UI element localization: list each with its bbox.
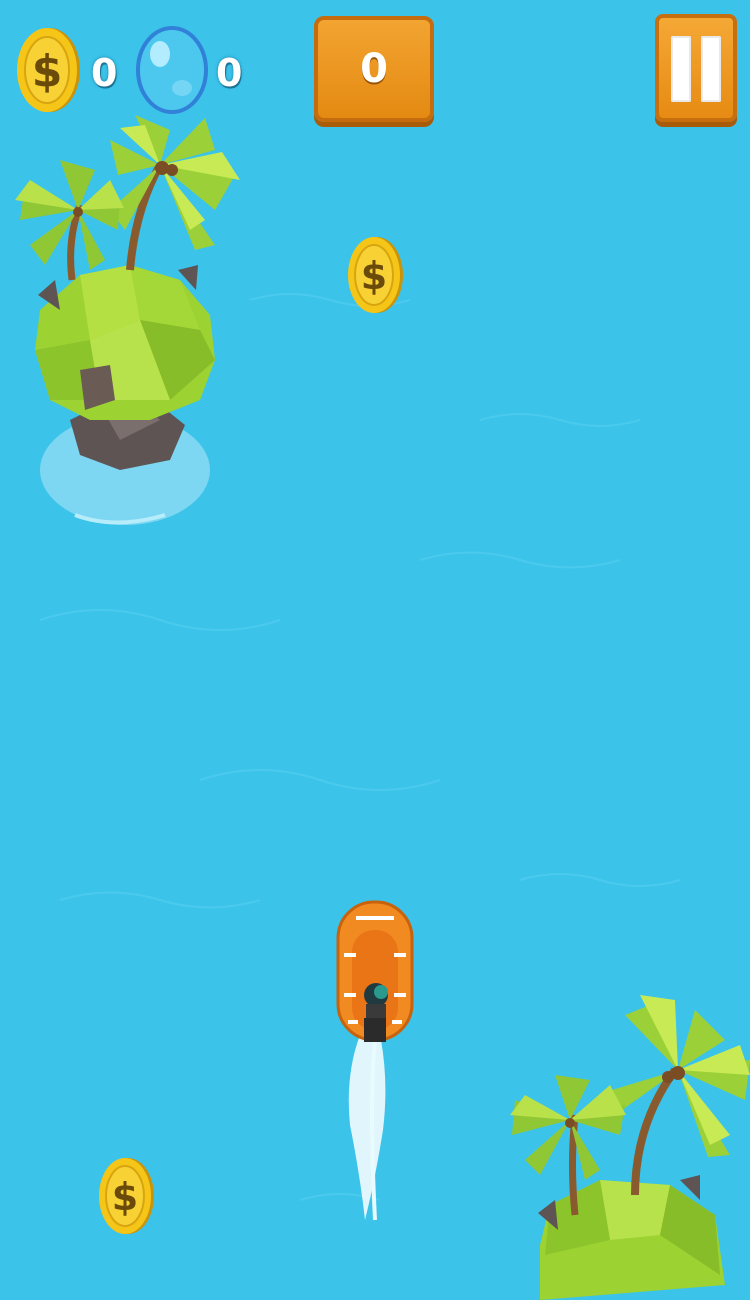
pause-icon <box>671 36 691 102</box>
palm-island-bottom-right <box>510 995 750 1300</box>
pause-button[interactable] <box>655 14 737 122</box>
coin-count: 0 <box>91 51 118 95</box>
bubble-shield-icon <box>136 26 208 114</box>
score-value: 0 <box>360 46 388 92</box>
palm-island-top-left <box>15 115 240 525</box>
game-scene[interactable]: $ $ $ 0 0 0 <box>0 0 750 1300</box>
coin-icon: $ <box>99 1158 154 1234</box>
bubble-count: 0 <box>216 51 243 95</box>
svg-text:$: $ <box>361 254 387 298</box>
coin-icon: $ <box>348 237 403 313</box>
svg-text:$: $ <box>32 46 63 97</box>
svg-text:$: $ <box>112 1175 138 1219</box>
player-boat[interactable] <box>330 900 420 1240</box>
pause-icon <box>701 36 721 102</box>
coin-icon: $ <box>17 28 80 112</box>
score-panel: 0 <box>314 16 434 122</box>
